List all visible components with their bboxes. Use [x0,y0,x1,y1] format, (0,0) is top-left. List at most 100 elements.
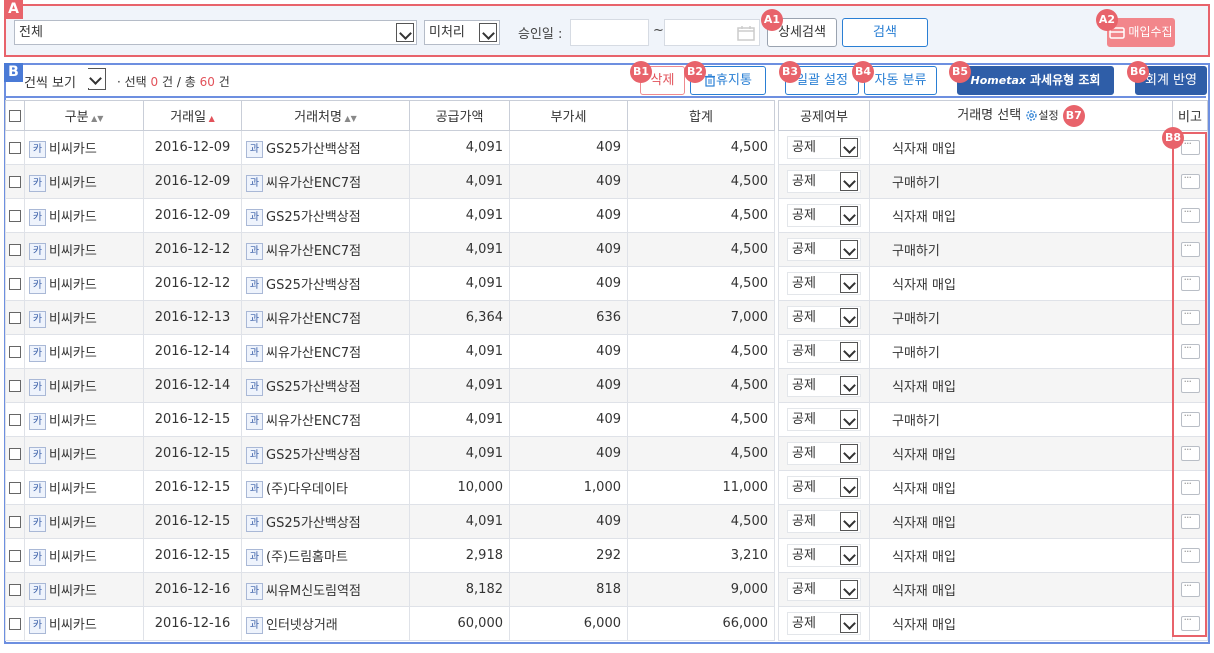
table-row[interactable]: 카 비씨카드 2016-12-15 과 (주)다우데이타 10,000 1,000 11,00… [5,470,1208,505]
row-checkbox[interactable] [9,481,21,494]
table-row[interactable]: 카 비씨카드 2016-12-16 과 씨유M신도림역점 8,182 818 9,000 공제 식… [5,572,1208,607]
desc-cell[interactable]: 식자재 매입 [869,130,1173,165]
memo-icon[interactable] [1180,341,1200,359]
deduct-select[interactable]: 공제 [787,204,861,227]
deduct-select[interactable]: 공제 [787,374,861,397]
status-select[interactable]: 미처리 [424,20,500,45]
deduct-select[interactable]: 공제 [787,306,861,329]
type-value: 비씨카드 [49,515,97,531]
desc-cell[interactable]: 구매하기 [869,334,1173,369]
desc-cell[interactable]: 구매하기 [869,164,1173,199]
desc-cell[interactable]: 식자재 매입 [869,470,1173,505]
deduct-select[interactable]: 공제 [787,544,861,567]
deduct-cell: 공제 [778,402,870,437]
row-checkbox[interactable] [9,345,21,358]
deduct-select[interactable]: 공제 [787,272,861,295]
memo-icon[interactable] [1180,171,1200,189]
desc-cell[interactable]: 구매하기 [869,300,1173,335]
calendar-icon[interactable] [737,25,755,41]
deduct-select[interactable]: 공제 [787,408,861,431]
deduct-cell: 공제 [778,538,870,573]
col-date[interactable]: 거래일 ▲ [143,100,242,131]
table-row[interactable]: 카 비씨카드 2016-12-15 과 GS25가산백상점 4,091 409 4,500 공제… [5,436,1208,471]
deduct-select[interactable]: 공제 [787,612,861,635]
deduct-select[interactable]: 공제 [787,510,861,533]
memo-icon[interactable] [1180,137,1200,155]
deduct-select[interactable]: 공제 [787,136,861,159]
memo-icon[interactable] [1180,205,1200,223]
memo-icon[interactable] [1180,511,1200,529]
deduct-select[interactable]: 공제 [787,238,861,261]
deduct-value: 공제 [792,208,816,223]
desc-cell[interactable]: 식자재 매입 [869,606,1173,641]
table-row[interactable]: 카 비씨카드 2016-12-16 과 인터넷상거래 60,000 6,000 66,000 공… [5,606,1208,641]
table-row[interactable]: 카 비씨카드 2016-12-13 과 씨유가산ENC7점 6,364 636 7,000 공제… [5,300,1208,335]
tax-type-lookup-button[interactable]: Hometax 과세유형 조회 [957,66,1114,95]
gear-icon[interactable] [1025,109,1038,122]
memo-icon[interactable] [1180,477,1200,495]
row-checkbox[interactable] [9,413,21,426]
memo-icon[interactable] [1180,579,1200,597]
row-checkbox[interactable] [9,209,21,222]
table-row[interactable]: 카 비씨카드 2016-12-15 과 GS25가산백상점 4,091 409 4,500 공제… [5,504,1208,539]
auto-classify-button[interactable]: 자동 분류 [864,66,937,95]
category-select[interactable]: 전체 [14,20,417,45]
select-all-checkbox[interactable] [9,109,21,122]
desc-cell[interactable]: 식자재 매입 [869,538,1173,573]
row-checkbox[interactable] [9,141,21,154]
row-checkbox[interactable] [9,379,21,392]
vendor-cell: 과 GS25가산백상점 [241,368,410,403]
table-row[interactable]: 카 비씨카드 2016-12-09 과 GS25가산백상점 4,091 409 4,500 공제… [5,130,1208,165]
search-button[interactable]: 검색 [842,18,928,47]
row-checkbox[interactable] [9,311,21,324]
desc-cell[interactable]: 식자재 매입 [869,436,1173,471]
view-count-select[interactable] [87,68,106,90]
deduct-select[interactable]: 공제 [787,340,861,363]
desc-cell[interactable]: 식자재 매입 [869,572,1173,607]
memo-icon[interactable] [1180,613,1200,631]
deduct-select[interactable]: 공제 [787,170,861,193]
memo-icon[interactable] [1180,545,1200,563]
row-checkbox[interactable] [9,447,21,460]
memo-icon[interactable] [1180,409,1200,427]
row-checkbox[interactable] [9,617,21,630]
desc-cell[interactable]: 식자재 매입 [869,266,1173,301]
desc-cell[interactable]: 식자재 매입 [869,368,1173,403]
table-row[interactable]: 카 비씨카드 2016-12-14 과 씨유가산ENC7점 4,091 409 4,500 공제… [5,334,1208,369]
total-suffix: 건 [218,75,230,89]
col-type[interactable]: 구분 ▲▼ [24,100,144,131]
row-checkbox[interactable] [9,277,21,290]
card-tag-icon: 카 [29,140,46,158]
memo-icon[interactable] [1180,307,1200,325]
memo-icon[interactable] [1180,239,1200,257]
row-checkbox[interactable] [9,175,21,188]
end-date-input[interactable] [664,19,760,46]
row-checkbox[interactable] [9,583,21,596]
desc-cell[interactable]: 식자재 매입 [869,198,1173,233]
row-checkbox[interactable] [9,515,21,528]
vendor-tag-icon: 과 [246,514,263,532]
deduct-select[interactable]: 공제 [787,578,861,601]
table-row[interactable]: 카 비씨카드 2016-12-12 과 씨유가산ENC7점 4,091 409 4,500 공제… [5,232,1208,267]
memo-icon[interactable] [1180,273,1200,291]
table-row[interactable]: 카 비씨카드 2016-12-09 과 씨유가산ENC7점 4,091 409 4,500 공제… [5,164,1208,199]
desc-cell[interactable]: 구매하기 [869,402,1173,437]
table-row[interactable]: 카 비씨카드 2016-12-12 과 GS25가산백상점 4,091 409 4,500 공제… [5,266,1208,301]
deduct-select[interactable]: 공제 [787,476,861,499]
row-checkbox[interactable] [9,243,21,256]
col-date-label: 거래일 [170,110,207,125]
deduct-select[interactable]: 공제 [787,442,861,465]
start-date-input[interactable] [570,19,649,46]
memo-icon[interactable] [1180,443,1200,461]
desc-cell[interactable]: 구매하기 [869,232,1173,267]
table-row[interactable]: 카 비씨카드 2016-12-09 과 GS25가산백상점 4,091 409 4,500 공제… [5,198,1208,233]
table-row[interactable]: 카 비씨카드 2016-12-14 과 GS25가산백상점 4,091 409 4,500 공제… [5,368,1208,403]
memo-icon[interactable] [1180,375,1200,393]
row-checkbox[interactable] [9,549,21,562]
table-row[interactable]: 카 비씨카드 2016-12-15 과 (주)드림홈마트 2,918 292 3,210 공제 식… [5,538,1208,573]
col-vendor[interactable]: 거래처명 ▲▼ [241,100,410,131]
desc-cell[interactable]: 식자재 매입 [869,504,1173,539]
table-row[interactable]: 카 비씨카드 2016-12-15 과 씨유가산ENC7점 4,091 409 4,500 공제… [5,402,1208,437]
deduct-value: 공제 [792,310,816,325]
desc-settings-link[interactable]: 설정 [1038,109,1058,122]
